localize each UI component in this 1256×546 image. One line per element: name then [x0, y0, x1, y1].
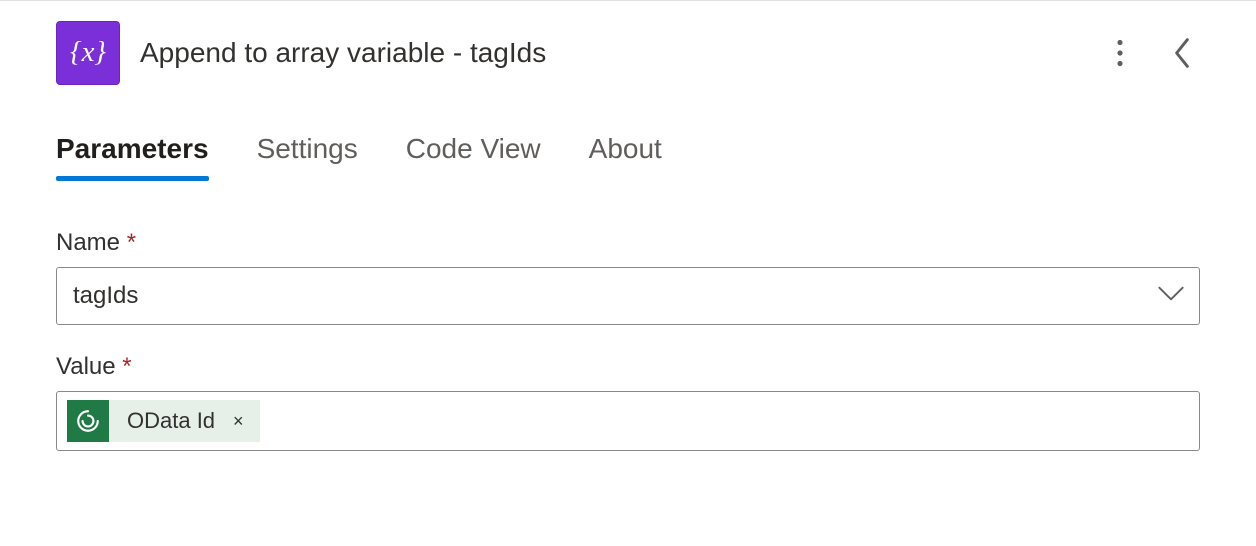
name-label-text: Name — [56, 229, 120, 256]
required-mark: * — [127, 229, 136, 256]
name-label: Name * — [56, 229, 1200, 257]
value-field-group: Value * OData Id × — [56, 353, 1200, 451]
parameters-form: Name * tagIds Value * — [0, 181, 1256, 451]
header-actions — [1108, 29, 1200, 77]
chevron-left-icon — [1172, 37, 1192, 69]
name-field-group: Name * tagIds — [56, 229, 1200, 325]
tab-parameters[interactable]: Parameters — [56, 133, 209, 181]
tab-settings[interactable]: Settings — [257, 133, 358, 181]
token-remove-button[interactable]: × — [229, 412, 248, 430]
value-input[interactable]: OData Id × — [56, 391, 1200, 451]
tab-list: Parameters Settings Code View About — [0, 85, 1256, 181]
value-label-text: Value — [56, 353, 116, 380]
token-label: OData Id — [123, 408, 215, 434]
more-options-button[interactable] — [1108, 31, 1132, 75]
name-select[interactable]: tagIds — [56, 267, 1200, 325]
action-config-panel: {x} Append to array variable - tagIds Pa… — [0, 0, 1256, 546]
svg-text:{x}: {x} — [70, 36, 106, 68]
required-mark: * — [122, 353, 131, 380]
tab-about[interactable]: About — [589, 133, 662, 181]
action-title: Append to array variable - tagIds — [140, 37, 1088, 69]
variable-action-icon: {x} — [56, 21, 120, 85]
tab-code-view[interactable]: Code View — [406, 133, 541, 181]
dynamic-content-token[interactable]: OData Id × — [67, 400, 260, 442]
dataverse-connector-icon — [67, 400, 109, 442]
name-select-value: tagIds — [73, 282, 138, 310]
chevron-down-icon — [1157, 285, 1185, 308]
vertical-ellipsis-icon — [1116, 39, 1124, 67]
panel-header: {x} Append to array variable - tagIds — [0, 1, 1256, 85]
collapse-button[interactable] — [1164, 29, 1200, 77]
braces-x-icon: {x} — [67, 32, 109, 74]
swirl-icon — [75, 408, 101, 434]
value-label: Value * — [56, 353, 1200, 381]
